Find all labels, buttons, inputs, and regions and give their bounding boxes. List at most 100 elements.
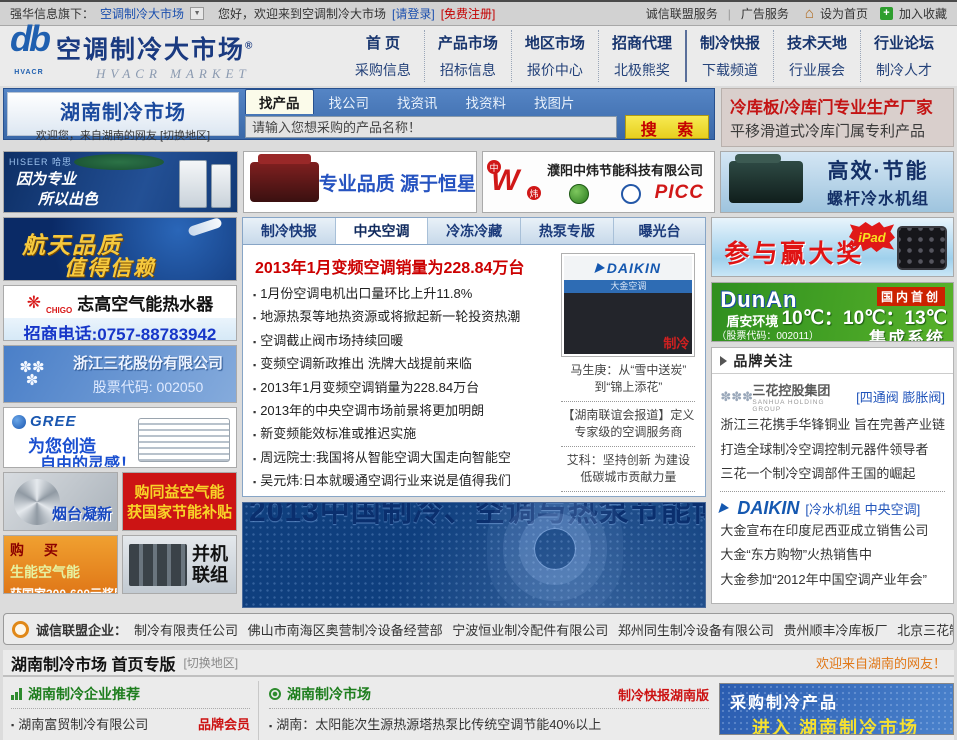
brand-news-item[interactable]: 三花一个制冷空调部件王国的崛起 (720, 462, 945, 487)
hunan-express-link[interactable]: 制冷快报湖南版 (618, 685, 709, 704)
news-item[interactable]: 空调截止阀市场持续回暖 (253, 330, 551, 353)
nav-quote-center[interactable]: 报价中心 (525, 60, 585, 80)
photo-caption-1[interactable]: 马生庚：从“雪中送炭” 到“锦上添花” (557, 362, 699, 396)
tab-find-company[interactable]: 找公司 (316, 90, 383, 114)
site-logo[interactable]: db HVACR 空调制冷大市场® HVACR MARKET (10, 22, 342, 90)
nav-agency[interactable]: 招商代理 (612, 32, 672, 53)
yantai-ad[interactable]: 烟台凝新 (3, 472, 118, 531)
brand-focus-box: 品牌关注 ✽✽✽ 三花控股集团 SANHUA HOLDING GROUP [四通… (711, 347, 954, 604)
login-link[interactable]: [请登录] (392, 5, 435, 22)
nav-industry-expo[interactable]: 行业展会 (787, 60, 847, 80)
site-subtitle: HVACR MARKET (56, 66, 254, 82)
add-favorite-link[interactable]: 加入收藏 (899, 5, 947, 22)
tab-find-product[interactable]: 找产品 (245, 89, 314, 114)
tab-find-images[interactable]: 找图片 (521, 90, 588, 114)
nav-home[interactable]: 首 页 (355, 32, 411, 53)
trust-medal-icon (12, 621, 29, 638)
news-item[interactable]: 1月份空调电机出口量环比上升11.8% (253, 283, 551, 306)
tab-find-news[interactable]: 找资讯 (384, 90, 451, 114)
shengneng-line2: 生能空气能 (10, 562, 111, 582)
nav-refrigeration-express[interactable]: 制冷快报 (700, 32, 760, 53)
trust-service-link[interactable]: 诚信联盟服务 (646, 5, 718, 22)
brand-news-item[interactable]: 大金参加“2012年中国空调产业年会” (720, 568, 945, 593)
trust-companies[interactable]: 制冷有限责任公司 佛山市南海区奥营制冷设备经营部 宁波恒业制冷配件有限公司 郑州… (134, 620, 954, 639)
news-item[interactable]: 新变频能效标准或推迟实施 (253, 423, 551, 446)
hengxing-banner[interactable]: 专业品质 源于恒星 (243, 151, 477, 213)
zhongwei-banner[interactable]: W 中 炜 濮阳中炜节能科技有限公司 PICC (482, 151, 715, 213)
prize-ad[interactable]: 参与赢大奖 iPad (711, 217, 954, 277)
set-home-link[interactable]: 设为首页 (820, 5, 868, 22)
chigo-logo-row: ❋ CHIGO 志高空气能热水器 (4, 290, 236, 315)
news-item[interactable]: 地源热泵等地热资源或将掀起新一轮投资热潮 (253, 306, 551, 329)
news-item[interactable]: 吴元炜:日本就暖通空调行业来说是值得我们 (253, 470, 551, 493)
logo-text: 空调制冷大市场® HVACR MARKET (56, 30, 254, 82)
nav-purchase-info[interactable]: 采购信息 (355, 60, 411, 80)
tab-heat-pump[interactable]: 热泵专版 (521, 218, 614, 244)
brand-site-link[interactable]: 空调制冷大市场 (100, 5, 184, 22)
dotted-divider (269, 708, 709, 709)
news-item[interactable]: 变频空调新政推出 洗牌大战提前来临 (253, 353, 551, 376)
nav-industry-forum[interactable]: 行业论坛 (874, 32, 934, 53)
tongyi-ad[interactable]: 购同益空气能 获国家节能补贴 (122, 472, 237, 531)
news-photo-column: DAIKIN 大金空调 制冷 马生庚：从“雪中送炭” 到“锦上添花” (555, 245, 705, 496)
expo-banner[interactable]: 2013中国制冷、空调与热泵节能博览会 (242, 502, 706, 608)
market-header: 湖南制冷市场 (287, 684, 371, 704)
nav-product-market[interactable]: 产品市场 (438, 32, 498, 53)
aerospace-ad[interactable]: 航天品质 值得信赖 (3, 217, 237, 281)
coldroom-ad[interactable]: 冷库板/冷库门专业生产厂家 平移滑道式冷库门属专利产品 (721, 88, 954, 147)
news-body: 2013年1月变频空调销量为228.84万台 1月份空调电机出口量环比上升11.… (243, 245, 705, 496)
news-headline[interactable]: 2013年1月变频空调销量为228.84万台 (255, 254, 551, 278)
daikin-store-photo[interactable]: DAIKIN 大金空调 制冷 (561, 253, 695, 357)
buy-products-banner[interactable]: 采购制冷产品 进入 湖南制冷市场 (719, 683, 954, 735)
companies-header: 湖南制冷企业推荐 (28, 684, 140, 704)
photo-caption-2[interactable]: 【湖南联谊会报道】定义 专家级的空调服务商 (557, 407, 699, 441)
nav-bidding-info[interactable]: 招标信息 (438, 60, 498, 80)
search-row: 湖南制冷市场 欢迎您，来自湖南的网友 [切换地区] 找产品 找公司 找资讯 找资… (0, 86, 957, 147)
screw-chiller-banner[interactable]: 高效·节能 螺杆冷水机组 (720, 151, 954, 213)
brand-news-item[interactable]: 打造全球制冷空调控制元器件领导者 (720, 438, 945, 463)
company-row[interactable]: 湖南富贸制冷有限公司 品牌会员 (11, 713, 250, 737)
tongyi-line1: 购同益空气能 (123, 483, 236, 503)
search-button[interactable]: 搜 索 (625, 115, 709, 139)
brand-news-item[interactable]: 大金“东方购物”火热销售中 (720, 543, 945, 568)
logo-monogram-icon: db HVACR (10, 22, 48, 90)
bingji-ad[interactable]: 并机 联组 (122, 535, 237, 594)
tab-exposure[interactable]: 曝光台 (614, 218, 706, 244)
nav-download-channel[interactable]: 下载频道 (700, 60, 760, 80)
tab-central-ac[interactable]: 中央空调 (336, 218, 429, 244)
tab-freezing-storage[interactable]: 冷冻冷藏 (428, 218, 521, 244)
switch-region-link[interactable]: [切换地区] (183, 654, 238, 671)
search-input[interactable] (245, 116, 617, 138)
sanhua-stock-ad[interactable]: ✽✽✽ 浙江三花股份有限公司 股票代码: 002050 (3, 345, 237, 403)
tablet-graphic (897, 226, 947, 270)
nav-tech-world[interactable]: 技术天地 (787, 32, 847, 53)
buy-banner-line1: 采购制冷产品 (730, 689, 943, 713)
hiseer-banner[interactable]: HISEER 哈思 因为专业 所以出色 (3, 151, 238, 213)
chevron-down-icon[interactable]: ▼ (190, 7, 204, 20)
chigo-ad[interactable]: ❋ CHIGO 志高空气能热水器 招商电话:0757-88783942 (3, 285, 237, 341)
register-link[interactable]: [免费注册] (441, 5, 496, 22)
gree-ad[interactable]: GREE 为您创造 自由的灵感！ (3, 407, 237, 468)
brand-news-item[interactable]: 大金宣布在印度尼西亚成立销售公司 (720, 519, 945, 544)
market-news-item[interactable]: 湖南：太阳能次生源热源塔热泵比传统空调节能40%以上 (269, 713, 709, 738)
region-title[interactable]: 湖南制冷市场 (8, 96, 238, 125)
brand-news-item[interactable]: 浙江三花携手华锋铜业 旨在完善产业链 (720, 413, 945, 438)
sanhua-valve-link[interactable]: [四通阀 膨胀阀] (856, 387, 945, 406)
daikin-category-link[interactable]: [冷水机组 中央空调] (805, 499, 920, 518)
photo-caption-3[interactable]: 艾科：坚持创新 为建设 低碳城市贡献力量 (557, 452, 699, 486)
news-item[interactable]: 2013年1月变频空调销量为228.84万台 (253, 377, 551, 400)
shengneng-ad[interactable]: 购 买 生能空气能 获国家300-600元奖励 (3, 535, 118, 594)
news-item[interactable]: 周远院士:我国将从智能空调大国走向智能空 (253, 447, 551, 470)
dunan-ad[interactable]: DunAn 盾安环境 （股票代码：002011） 国内首创 10℃：10℃：13… (711, 282, 954, 342)
nav-polar-bear-award[interactable]: 北极熊奖 (612, 60, 672, 80)
news-item[interactable]: 2013年的中央空调市场前景将更加明朗 (253, 400, 551, 423)
tab-refrigeration-express[interactable]: 制冷快报 (243, 218, 336, 244)
nav-refrigeration-talent[interactable]: 制冷人才 (874, 60, 934, 80)
tab-find-docs[interactable]: 找资料 (453, 90, 520, 114)
ad-service-link[interactable]: 广告服务 (741, 5, 789, 22)
nav-region-market[interactable]: 地区市场 (525, 32, 585, 53)
news-item[interactable]: 空调业首份互联网研究报告发布：海尔满意度 (253, 494, 551, 496)
region-welcome[interactable]: 欢迎您，来自湖南的网友 [切换地区] (8, 127, 238, 143)
cabinet-graphic (211, 164, 231, 208)
home-icon: ⌂ (805, 5, 814, 22)
